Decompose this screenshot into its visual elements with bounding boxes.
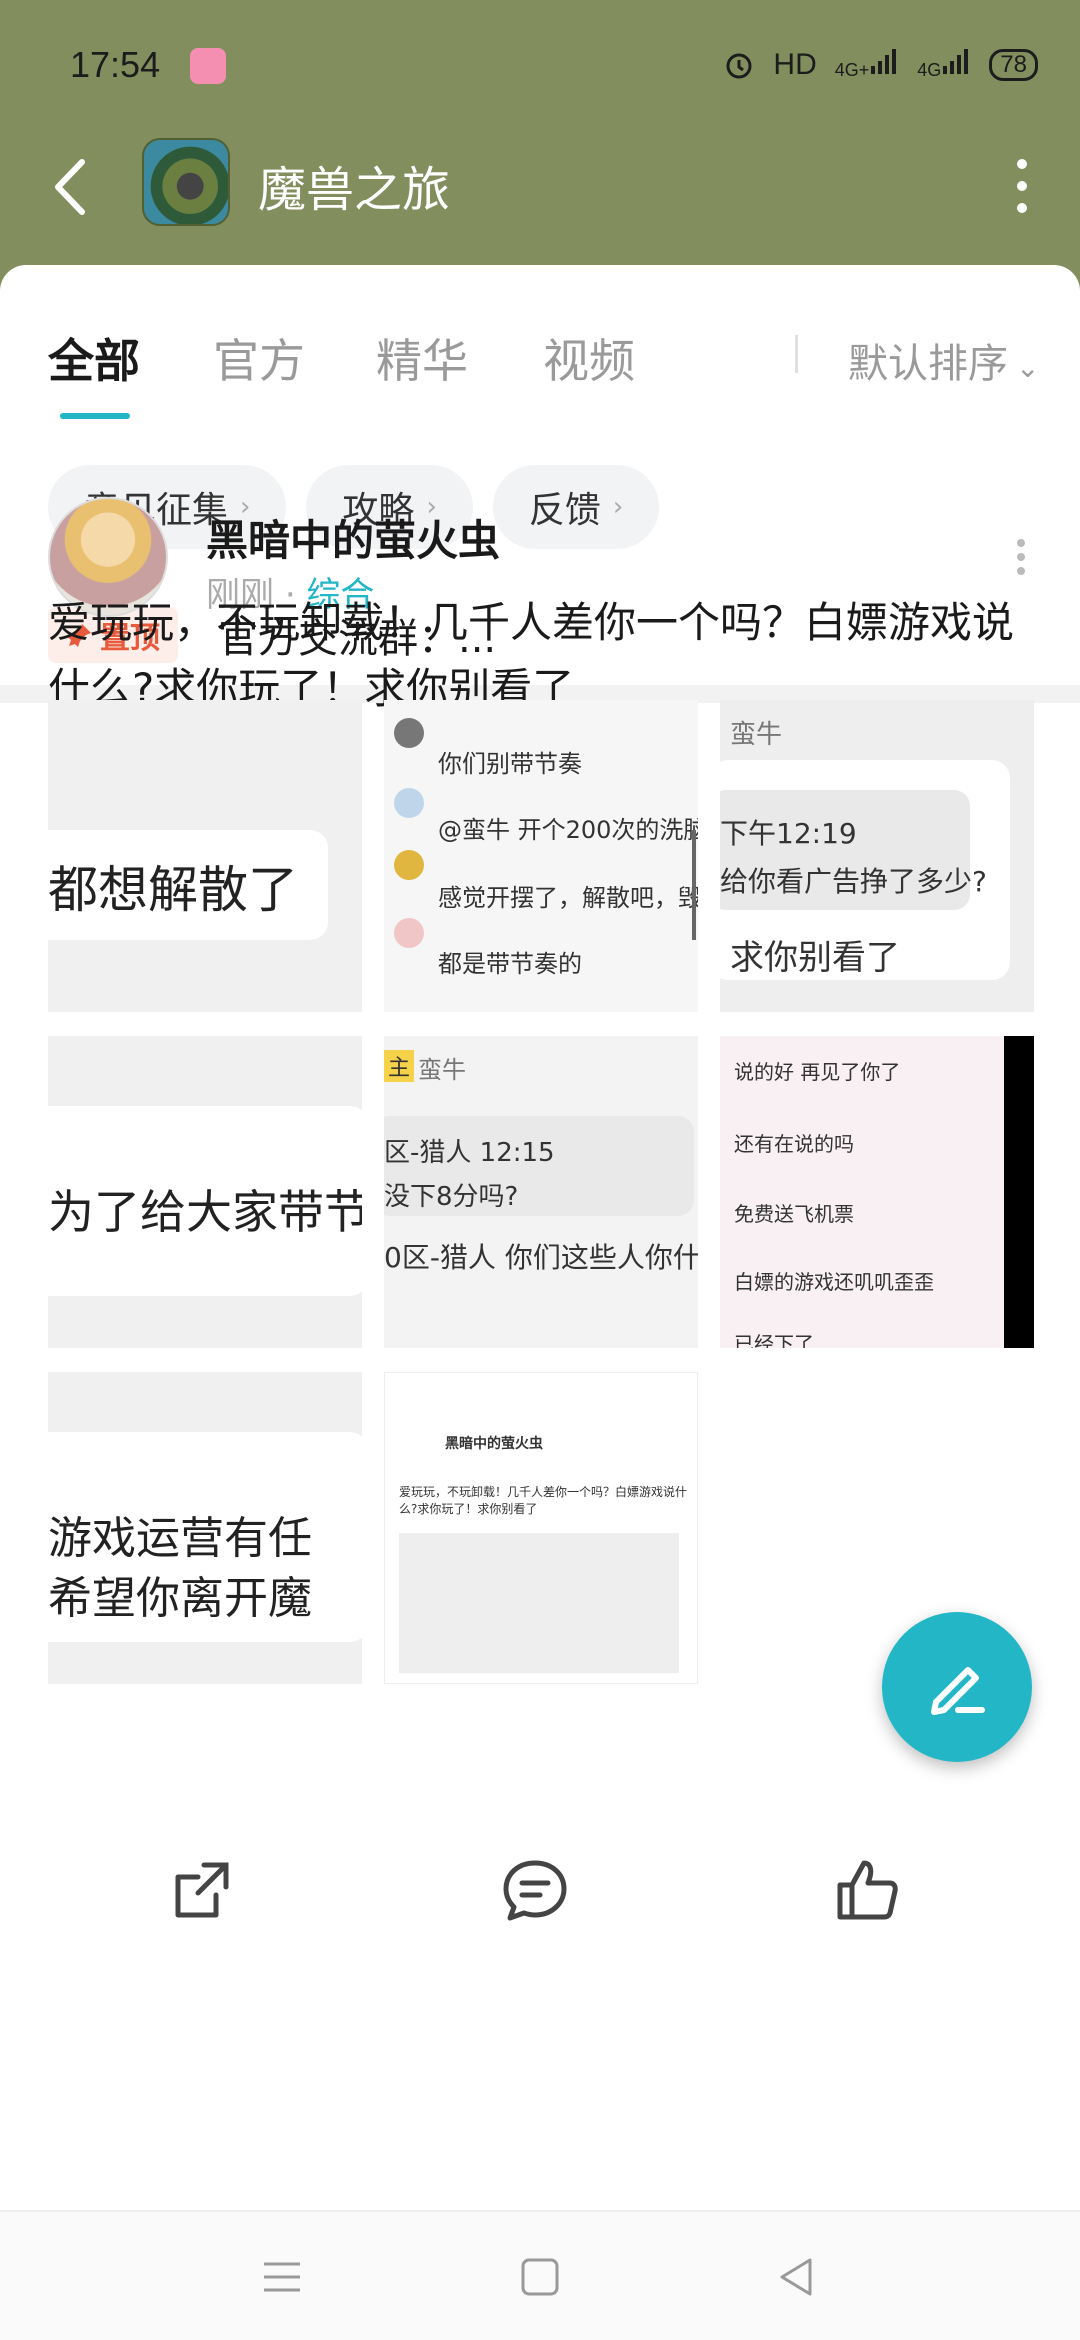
image-text: 你们别带节奏	[438, 750, 582, 778]
image-text: 区-猎人 12:15	[384, 1138, 555, 1168]
chat-avatar	[394, 788, 424, 818]
post-image-1[interactable]: 都想解散了	[48, 700, 362, 1012]
image-scrollbar	[692, 830, 696, 940]
hd-label: HD	[773, 48, 817, 81]
more-options-icon[interactable]	[1012, 156, 1032, 216]
signal-icon	[871, 49, 897, 74]
comment-icon[interactable]	[500, 1855, 570, 1925]
image-text: 都是带节奏的	[438, 950, 582, 978]
tab-featured[interactable]: 精华	[376, 325, 468, 391]
image-text: 求你别看了	[730, 938, 900, 978]
chat-avatar	[394, 918, 424, 948]
image-text: 爱玩玩，不玩卸载！几千人差你一个吗？白嫖游戏说什么?求你玩了！求你别看了	[399, 1485, 688, 1516]
page-title: 魔兽之旅	[258, 162, 451, 218]
image-text: 说的好 再见了你了	[734, 1060, 901, 1084]
status-time: 17:54	[70, 44, 161, 85]
image-text: 蛮牛	[730, 720, 783, 750]
compose-post-button[interactable]	[882, 1612, 1032, 1762]
signal-4g-plus: 4G+	[835, 46, 900, 84]
image-text: 没下8分吗?	[384, 1182, 519, 1212]
tab-video[interactable]: 视频	[543, 325, 635, 391]
home-square-icon[interactable]	[510, 2252, 570, 2302]
chat-avatar	[394, 718, 424, 748]
image-text: 游戏运营有任	[48, 1513, 312, 1564]
menu-icon[interactable]	[252, 2252, 312, 2302]
image-text: 下午12:19	[720, 817, 857, 850]
image-text: 主	[384, 1050, 415, 1082]
image-text: 感觉开摆了，解散吧，毁灭吧	[438, 884, 698, 912]
like-thumbs-up-icon[interactable]	[832, 1855, 902, 1925]
content-card: 全部 官方 精华 视频 默认排序 ⌄ 意见征集 › 攻略 › 反馈 › 置顶 官方交流群…	[0, 265, 1080, 2340]
signal-icon	[943, 49, 969, 74]
post-action-bar	[0, 1815, 1080, 1955]
game-icon[interactable]	[142, 138, 230, 226]
image-text: 白嫖的游戏还叽叽歪歪	[734, 1270, 934, 1294]
post-image-5[interactable]: 主 蛮牛 区-猎人 12:15 没下8分吗? 0区-猎人 你们这些人你什么	[384, 1036, 698, 1348]
chat-avatar	[394, 850, 424, 880]
tab-all[interactable]: 全部	[48, 325, 140, 391]
tab-active-indicator	[60, 413, 130, 419]
tab-official[interactable]: 官方	[213, 325, 305, 391]
image-text: @蛮牛 开个200次的洗脑广告	[438, 816, 698, 844]
image-black-edge	[1004, 1036, 1034, 1348]
signal-4g: 4G	[917, 46, 971, 84]
pen-icon	[931, 1667, 985, 1715]
sort-label: 默认排序	[848, 341, 1008, 387]
share-icon[interactable]	[168, 1855, 238, 1925]
chevron-down-icon: ⌄	[1016, 351, 1040, 384]
post-image-6[interactable]: 说的好 再见了你了 还有在说的吗 免费送飞机票 白嫖的游戏还叽叽歪歪 已经下了	[720, 1036, 1034, 1348]
tab-divider	[795, 335, 798, 373]
image-text: 希望你离开魔	[48, 1573, 312, 1624]
image-text: 给你看广告挣了多少?	[720, 865, 987, 898]
sort-dropdown[interactable]: 默认排序 ⌄	[848, 331, 1039, 389]
image-miniature-grid	[399, 1533, 679, 1673]
app-header: 17:54 HD 4G+ 4G 78 魔兽之旅	[0, 0, 1080, 290]
image-text: 都想解散了	[48, 861, 298, 919]
alarm-icon	[726, 53, 752, 79]
image-text: 还有在说的吗	[734, 1132, 854, 1156]
post-image-8[interactable]: 黑暗中的萤火虫 爱玩玩，不玩卸载！几千人差你一个吗？白嫖游戏说什么?求你玩了！求…	[384, 1372, 698, 1684]
image-text: 免费送飞机票	[734, 1202, 854, 1226]
battery-icon: 78	[989, 49, 1038, 81]
post-image-2[interactable]: 你们别带节奏 @蛮牛 开个200次的洗脑广告 感觉开摆了，解散吧，毁灭吧 都是带…	[384, 700, 698, 1012]
image-text: 为了给大家带节	[48, 1185, 362, 1239]
post-author[interactable]: 黑暗中的萤火虫	[206, 507, 500, 568]
bilibili-notification-icon	[190, 48, 226, 84]
image-text: 0区-猎人 你们这些人你什么	[384, 1241, 698, 1274]
post-image-4[interactable]: 为了给大家带节	[48, 1036, 362, 1348]
system-nav-bar	[0, 2210, 1080, 2340]
image-text: 蛮牛	[418, 1056, 466, 1084]
post-image-7[interactable]: 游戏运营有任 希望你离开魔	[48, 1372, 362, 1684]
status-icons: HD 4G+ 4G 78	[723, 46, 1038, 84]
image-text: 黑暗中的萤火虫	[445, 1436, 543, 1452]
status-bar: 17:54 HD 4G+ 4G 78	[0, 0, 1080, 130]
image-text: 已经下了	[734, 1332, 814, 1348]
post-image-3[interactable]: 蛮牛 下午12:19 给你看广告挣了多少? 求你别看了	[720, 700, 1034, 1012]
post-image-grid: 都想解散了 你们别带节奏 @蛮牛 开个200次的洗脑广告 感觉开摆了，解散吧，毁…	[48, 700, 1034, 1690]
back-triangle-icon[interactable]	[768, 2252, 828, 2302]
post-more-icon[interactable]	[1014, 537, 1028, 577]
nav-bar: 魔兽之旅	[0, 130, 1080, 250]
back-arrow-icon[interactable]	[46, 152, 96, 222]
